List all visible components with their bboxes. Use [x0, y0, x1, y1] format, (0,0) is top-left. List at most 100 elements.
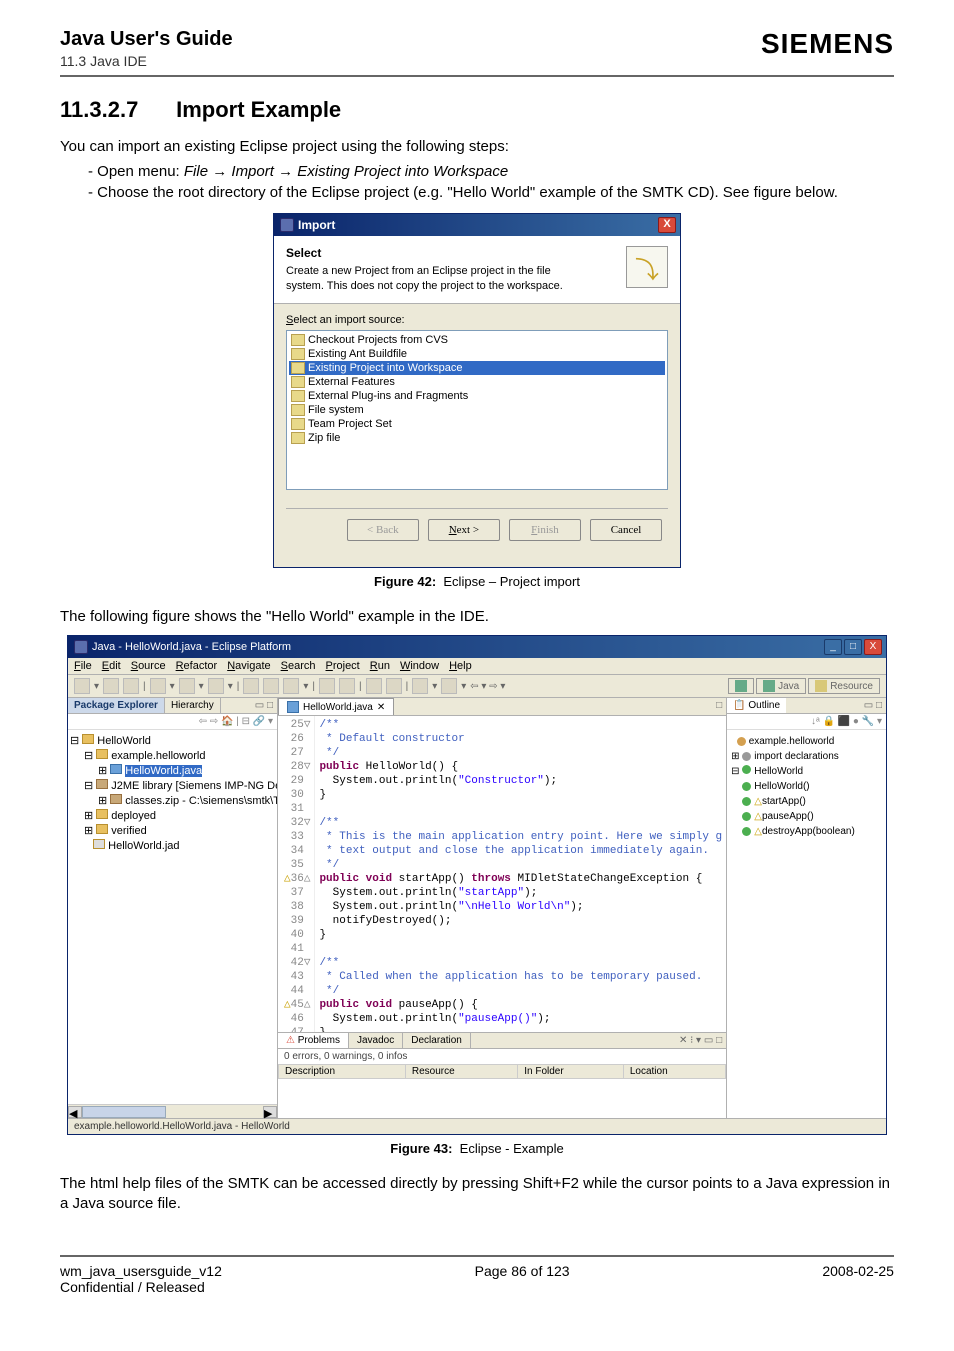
maximize-button[interactable]: □ — [844, 639, 862, 655]
problems-col[interactable]: Resource — [405, 1064, 517, 1078]
toolbar-icon[interactable] — [283, 678, 299, 694]
import-banner-icon: ⤵ — [626, 246, 668, 288]
menu-help[interactable]: Help — [449, 660, 472, 672]
menu-search[interactable]: Search — [281, 660, 316, 672]
button-row: < Back Next > Finish Cancel — [286, 519, 668, 551]
editor-tab[interactable]: HelloWorld.java✕ — [278, 698, 394, 715]
step-2: Choose the root directory of the Eclipse… — [88, 182, 894, 203]
page-footer: wm_java_usersguide_v12 Confidential / Re… — [60, 1255, 894, 1295]
debug-icon[interactable] — [150, 678, 166, 694]
figure-43-container: Java - HelloWorld.java - Eclipse Platfor… — [60, 635, 894, 1156]
toolbar-icon[interactable] — [243, 678, 259, 694]
figure-42-caption: Figure 42: Eclipse – Project import — [60, 574, 894, 589]
pkg-toolbar[interactable]: ⇦ ⇨ 🏠 | ⊟ 🔗 ▾ — [68, 714, 277, 730]
import-source-item[interactable]: Existing Ant Buildfile — [289, 347, 665, 361]
toolbar-icon[interactable] — [103, 678, 119, 694]
package-tree[interactable]: ⊟ HelloWorld ⊟ example.helloworld ⊞ Hell… — [68, 730, 277, 1104]
toolbar-icon[interactable] — [441, 678, 457, 694]
close-button[interactable]: X — [864, 639, 882, 655]
menu-file[interactable]: File — [74, 660, 92, 672]
open-perspective-button[interactable] — [728, 678, 754, 694]
java-file-icon — [287, 701, 299, 713]
mid-paragraph: The following figure shows the "Hello Wo… — [60, 607, 894, 627]
tab-javadoc[interactable]: Javadoc — [349, 1033, 403, 1048]
back-button[interactable]: < Back — [347, 519, 419, 541]
toolbar-icon[interactable] — [339, 678, 355, 694]
toolbar[interactable]: ▾ | ▾ ▾ ▾ | ▾ | | | ▾ ▾ ⇦ ▾ ⇨ ▾ — [68, 675, 886, 698]
pane-min-icon[interactable]: ▭ □ — [251, 698, 277, 713]
outline-item[interactable]: △destroyApp(boolean) — [731, 824, 882, 839]
problems-col[interactable]: Location — [623, 1064, 725, 1078]
finish-button[interactable]: Finish — [509, 519, 581, 541]
figure-43-caption: Figure 43: Eclipse - Example — [60, 1141, 894, 1156]
minimize-button[interactable]: _ — [824, 639, 842, 655]
outline-toolbar[interactable]: ↓ᵃ 🔒 ⬛ ● 🔧 ▾ — [727, 714, 886, 730]
center-pane: HelloWorld.java✕ □ 25▽ 26 27 28▽ 29 30 3… — [278, 698, 726, 1118]
toolbar-icon[interactable] — [74, 678, 90, 694]
import-source-item[interactable]: Checkout Projects from CVS — [289, 333, 665, 347]
import-section-label: Select — [286, 246, 586, 260]
selected-file[interactable]: HelloWorld.java — [125, 765, 202, 777]
eclipse-ide: Java - HelloWorld.java - Eclipse Platfor… — [67, 635, 887, 1135]
toolbar-icon[interactable] — [319, 678, 335, 694]
toolbar-icon[interactable] — [386, 678, 402, 694]
import-source-item[interactable]: External Features — [289, 375, 665, 389]
cancel-button[interactable]: Cancel — [590, 519, 662, 541]
import-source-item[interactable]: File system — [289, 403, 665, 417]
problems-table: DescriptionResourceIn FolderLocation — [278, 1064, 726, 1119]
close-button[interactable]: X — [658, 217, 676, 233]
tab-declaration[interactable]: Declaration — [403, 1033, 471, 1048]
footer-right: 2008-02-25 — [822, 1263, 894, 1295]
outline-item[interactable]: △pauseApp() — [731, 809, 882, 824]
next-button[interactable]: Next > — [428, 519, 500, 541]
close-tab-icon[interactable]: ✕ — [377, 702, 385, 713]
source-label: Select an import source: — [286, 314, 668, 326]
import-source-list[interactable]: Checkout Projects from CVSExisting Ant B… — [286, 330, 668, 490]
tab-outline[interactable]: 📋 Outline — [727, 698, 786, 713]
tab-package-explorer[interactable]: Package Explorer — [68, 698, 165, 713]
dialog-separator — [286, 508, 668, 509]
scroll-left-icon[interactable]: ◀ — [68, 1106, 82, 1118]
import-source-item[interactable]: Existing Project into Workspace — [289, 361, 665, 375]
import-source-item[interactable]: Team Project Set — [289, 417, 665, 431]
toolbar-icon[interactable] — [208, 678, 224, 694]
menu-source[interactable]: Source — [131, 660, 166, 672]
scroll-right-icon[interactable]: ▶ — [263, 1106, 277, 1118]
eclipse-icon — [280, 218, 294, 232]
menu-edit[interactable]: Edit — [102, 660, 121, 672]
import-source-item[interactable]: External Plug-ins and Fragments — [289, 389, 665, 403]
tail-paragraph: The html help files of the SMTK can be a… — [60, 1174, 894, 1215]
tab-hierarchy[interactable]: Hierarchy — [165, 698, 221, 713]
menu-project[interactable]: Project — [326, 660, 360, 672]
outline-min-icon[interactable]: ▭ □ — [860, 698, 886, 713]
resource-perspective[interactable]: Resource — [808, 678, 880, 694]
import-titlebar: Import X — [274, 214, 680, 236]
outline-tree[interactable]: example.helloworld ⊞ import declarations… — [727, 730, 886, 1118]
h-scrollbar[interactable]: ◀ ▶ — [68, 1104, 277, 1118]
toolbar-icon[interactable] — [412, 678, 428, 694]
code-editor[interactable]: 25▽ 26 27 28▽ 29 30 31 32▽ 33 34 35 △36△… — [278, 716, 726, 1032]
menu-window[interactable]: Window — [400, 660, 439, 672]
run-icon[interactable] — [179, 678, 195, 694]
toolbar-icon[interactable] — [366, 678, 382, 694]
java-perspective[interactable]: Java — [756, 678, 806, 694]
menu-run[interactable]: Run — [370, 660, 390, 672]
menu-refactor[interactable]: Refactor — [176, 660, 218, 672]
toolbar-icon[interactable] — [123, 678, 139, 694]
import-title: Import — [298, 218, 335, 232]
menu-navigate[interactable]: Navigate — [227, 660, 270, 672]
import-source-item[interactable]: Zip file — [289, 431, 665, 445]
doc-title: Java User's Guide — [60, 28, 233, 51]
problems-col[interactable]: In Folder — [518, 1064, 624, 1078]
step-1-menupath: File → Import → Existing Project into Wo… — [184, 163, 508, 180]
outline-item[interactable]: HelloWorld() — [731, 779, 882, 794]
footer-conf: Confidential / Released — [60, 1279, 222, 1295]
outline-item[interactable]: △startApp() — [731, 794, 882, 809]
problems-toolbar[interactable]: ✕ ⁝ ▾ ▭ □ — [675, 1033, 726, 1048]
problems-col[interactable]: Description — [279, 1064, 406, 1078]
toolbar-icon[interactable] — [263, 678, 279, 694]
menubar[interactable]: File Edit Source Refactor Navigate Search Proj… — [68, 658, 886, 675]
tab-problems[interactable]: ⚠ Problems — [278, 1033, 349, 1048]
status-bar: example.helloworld.HelloWorld.java - Hel… — [68, 1118, 886, 1134]
editor-min-icon[interactable]: □ — [712, 698, 726, 715]
